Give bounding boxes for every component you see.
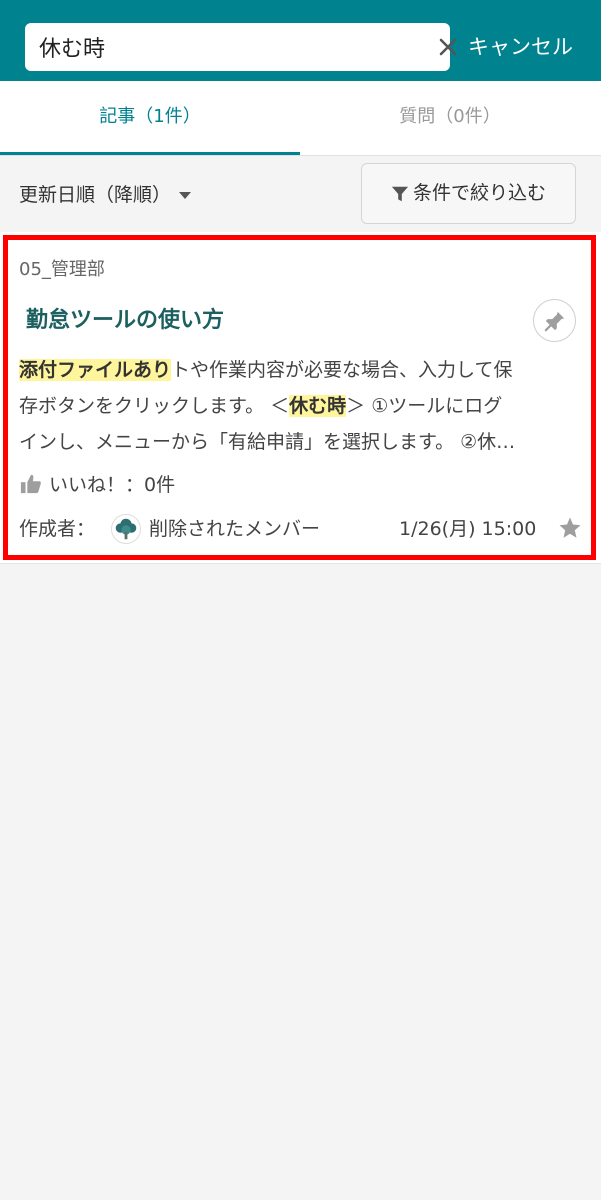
tabs-divider xyxy=(0,155,601,156)
tab-articles[interactable]: 記事（1件） xyxy=(0,81,300,156)
excerpt-text: 存ボタンをクリックします。 ＜ xyxy=(19,395,290,417)
app-header: キャンセル xyxy=(0,0,601,81)
thumbs-up-icon xyxy=(20,474,41,494)
author-row: 作成者： 削除されたメンバー 1/26(月) 15:00 xyxy=(19,512,584,546)
article-title[interactable]: 勤怠ツールの使い方 xyxy=(26,303,224,339)
search-box[interactable] xyxy=(25,23,457,71)
filter-button[interactable]: 条件で絞り込む xyxy=(361,163,576,224)
star-icon[interactable] xyxy=(558,516,582,540)
excerpt-text: トや作業内容が必要な場合、入力して保 xyxy=(171,359,513,381)
search-input[interactable] xyxy=(25,23,405,71)
tree-icon xyxy=(115,518,137,540)
sort-dropdown[interactable]: 更新日順（降順） xyxy=(19,178,192,212)
filter-icon xyxy=(391,186,409,201)
search-highlight: 休む時 xyxy=(289,395,347,417)
excerpt-line: インし、メニューから「有給申請」を選択します。 ②休… xyxy=(19,431,516,453)
filter-label: 条件で絞り込む xyxy=(412,182,546,204)
pin-icon xyxy=(544,311,565,332)
updated-date: 1/26(月) 15:00 xyxy=(399,518,537,540)
avatar xyxy=(111,514,141,544)
pin-button[interactable] xyxy=(533,299,576,342)
likes-label: いいね！：0件 xyxy=(49,474,176,496)
sort-label: 更新日順（降順） xyxy=(19,184,172,206)
article-excerpt: 添付ファイルありトや作業内容が必要な場合、入力して保 存ボタンをクリックします。… xyxy=(19,352,581,460)
clear-icon[interactable] xyxy=(436,35,460,59)
article-category: 05_管理部 xyxy=(19,259,105,280)
excerpt-line: 存ボタンをクリックします。 ＜休む時＞ ①ツールにログ xyxy=(19,388,581,424)
tab-questions[interactable]: 質問（0件） xyxy=(300,81,600,156)
search-highlight: 添付ファイルあり xyxy=(19,359,172,381)
cancel-button[interactable]: キャンセル xyxy=(468,30,573,64)
author-name: 削除されたメンバー xyxy=(149,518,321,540)
author-label: 作成者： xyxy=(19,518,96,540)
result-tabs: 記事（1件） 質問（0件） xyxy=(0,81,601,156)
excerpt-text: ＞ ①ツールにログ xyxy=(346,395,503,417)
like-count[interactable]: いいね！：0件 xyxy=(19,470,175,500)
caret-down-icon xyxy=(179,192,192,199)
excerpt-line: 添付ファイルありトや作業内容が必要な場合、入力して保 xyxy=(19,352,581,388)
